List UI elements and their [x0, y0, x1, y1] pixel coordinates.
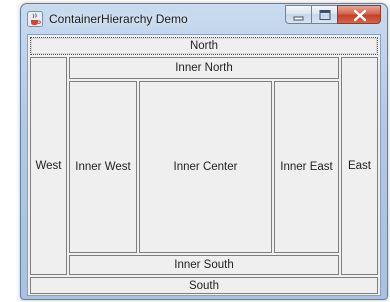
java-cup-icon — [27, 11, 43, 27]
maximize-icon — [319, 10, 331, 20]
east-button[interactable]: East — [341, 57, 378, 275]
title-bar[interactable]: ContainerHierarchy Demo — [21, 4, 387, 32]
window-title: ContainerHierarchy Demo — [49, 12, 188, 26]
inner-north-button[interactable]: Inner North — [69, 57, 339, 79]
close-button[interactable] — [337, 5, 381, 24]
app-window: ContainerHierarchy Demo North West East … — [20, 3, 388, 300]
close-icon — [353, 9, 367, 22]
inner-east-button[interactable]: Inner East — [274, 81, 339, 253]
maximize-button[interactable] — [311, 5, 337, 24]
west-button[interactable]: West — [30, 57, 67, 275]
inner-west-button[interactable]: Inner West — [69, 81, 137, 253]
minimize-button[interactable] — [285, 5, 311, 24]
south-button[interactable]: South — [30, 277, 378, 294]
inner-south-button[interactable]: Inner South — [69, 255, 339, 275]
minimize-icon — [293, 16, 304, 21]
content-pane: North West East Inner North Inner West I… — [27, 34, 381, 296]
inner-center-button[interactable]: Inner Center — [139, 81, 272, 253]
north-button[interactable]: North — [30, 37, 378, 55]
window-controls — [285, 5, 381, 24]
